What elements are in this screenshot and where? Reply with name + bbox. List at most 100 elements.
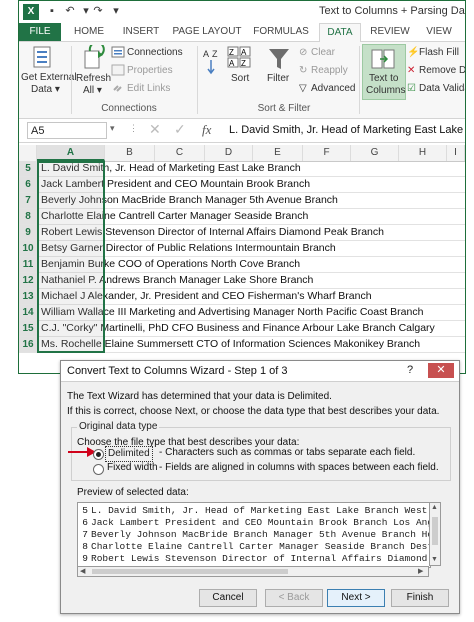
row-number[interactable]: 6 (19, 177, 37, 192)
svg-text:A: A (229, 59, 235, 68)
column-header-e[interactable]: E (253, 145, 303, 161)
preview-row-number: 5 (82, 505, 88, 516)
scroll-down-icon[interactable]: ▼ (431, 556, 438, 563)
preview-horizontal-scrollbar[interactable]: ◀ ▶ (77, 566, 429, 577)
delimited-label[interactable]: Delimited (105, 446, 153, 462)
sort-a-z-icon[interactable]: A Z (201, 46, 221, 76)
select-all-corner[interactable] (19, 145, 37, 161)
scroll-right-icon[interactable]: ▶ (418, 567, 423, 575)
preview-row-number: 8 (82, 541, 88, 552)
wizard-message-1: The Text Wizard has determined that your… (67, 391, 332, 402)
next-button[interactable]: Next > (327, 589, 385, 607)
remove-duplicates-label[interactable]: Remove Dup (419, 65, 465, 76)
data-validation-icon[interactable]: ☑ (407, 83, 416, 94)
tab-view[interactable]: VIEW (421, 23, 457, 41)
ribbon-separator (359, 46, 360, 114)
refresh-all-label[interactable]: Refresh (76, 73, 111, 84)
column-header-c[interactable]: C (155, 145, 205, 161)
enter-entry-icon[interactable]: ✓ (174, 121, 186, 138)
row-number[interactable]: 14 (19, 305, 37, 320)
delimited-radio[interactable] (93, 449, 104, 460)
refresh-all-label-2[interactable]: All ▾ (83, 85, 102, 96)
preview-row: 9 Robert Lewis Stevenson Director of Inte… (78, 553, 430, 565)
row-number[interactable]: 13 (19, 289, 37, 304)
selected-range-a5-a16 (37, 161, 105, 353)
undo-icon[interactable]: ↶ (63, 4, 77, 18)
tab-home[interactable]: HOME (69, 23, 109, 41)
svg-text:A: A (203, 49, 209, 59)
tab-insert[interactable]: INSERT (117, 23, 165, 41)
scroll-up-icon[interactable]: ▲ (431, 504, 438, 511)
row-number[interactable]: 9 (19, 225, 37, 240)
column-header-a[interactable]: A (37, 145, 105, 161)
row-number[interactable]: 12 (19, 273, 37, 288)
data-validation-label[interactable]: Data Valida (419, 83, 465, 94)
save-icon[interactable]: ▪ (45, 4, 59, 18)
row-number[interactable]: 10 (19, 241, 37, 256)
connections-icon[interactable] (111, 46, 125, 58)
row-number[interactable]: 16 (19, 337, 37, 352)
column-header-d[interactable]: D (205, 145, 253, 161)
insert-function-icon[interactable]: fx (202, 122, 211, 138)
preview-row: 8 Charlotte Elaine Cantrell Carter Manage… (78, 541, 430, 553)
fixed-width-description: - Fields are aligned in columns with spa… (159, 462, 439, 473)
cancel-entry-icon[interactable]: ✕ (149, 121, 161, 138)
data-preview[interactable]: 5 L. David Smith, Jr. Head of Marketing E… (77, 502, 431, 568)
column-header-h[interactable]: H (399, 145, 447, 161)
column-header-f[interactable]: F (303, 145, 351, 161)
get-external-data-label-2[interactable]: Data ▾ (31, 84, 60, 95)
filter-icon[interactable] (267, 46, 291, 72)
sort-dialog-icon[interactable]: Z A A Z (227, 46, 253, 70)
row-number[interactable]: 8 (19, 209, 37, 224)
flash-fill-icon[interactable]: ⚡ (407, 47, 419, 58)
finish-button[interactable]: Finish (391, 589, 449, 607)
get-external-data-label[interactable]: Get External (21, 72, 77, 83)
column-header-b[interactable]: B (105, 145, 155, 161)
clear-icon: ⊘ (299, 47, 308, 58)
preview-vertical-scrollbar[interactable]: ▲ ▼ (429, 502, 441, 566)
reapply-icon: ↻ (299, 65, 308, 76)
row-number[interactable]: 7 (19, 193, 37, 208)
sort-label[interactable]: Sort (231, 73, 249, 84)
connections-label[interactable]: Connections (127, 47, 183, 58)
advanced-filter-icon[interactable]: ▽ (299, 83, 307, 94)
tab-file[interactable]: FILE (19, 23, 61, 41)
column-header-i[interactable]: I (447, 145, 465, 161)
row-number[interactable]: 15 (19, 321, 37, 336)
name-box[interactable]: A5 (27, 122, 107, 139)
help-button[interactable]: ? (407, 364, 413, 376)
vertical-scroll-thumb[interactable] (432, 517, 438, 545)
svg-text:Z: Z (212, 49, 218, 59)
customize-qat-icon[interactable]: ▾ (109, 4, 123, 18)
redo-icon[interactable]: ↷ (91, 4, 105, 18)
refresh-all-icon[interactable] (81, 45, 105, 71)
preview-label: Preview of selected data: (77, 487, 189, 498)
preview-row: 5 L. David Smith, Jr. Head of Marketing E… (78, 505, 430, 517)
connections-group-label: Connections (101, 103, 157, 114)
filter-label[interactable]: Filter (267, 73, 289, 84)
row-number[interactable]: 11 (19, 257, 37, 272)
back-button: < Back (265, 589, 323, 607)
scroll-left-icon[interactable]: ◀ (80, 567, 85, 575)
fixed-width-label[interactable]: Fixed width (107, 462, 158, 473)
tab-page-layout[interactable]: PAGE LAYOUT (171, 23, 243, 41)
column-header-g[interactable]: G (351, 145, 399, 161)
close-button[interactable]: ✕ (428, 363, 454, 378)
svg-text:A: A (241, 48, 247, 57)
tab-review[interactable]: REVIEW (367, 23, 413, 41)
fixed-width-radio[interactable] (93, 464, 104, 475)
cancel-button[interactable]: Cancel (199, 589, 257, 607)
get-external-data-icon[interactable] (31, 45, 55, 69)
tab-data[interactable]: DATA (319, 23, 361, 42)
horizontal-scroll-thumb[interactable] (92, 569, 288, 574)
name-box-dropdown-icon[interactable]: ▾ (110, 123, 115, 134)
remove-duplicates-icon[interactable]: ✕ (407, 65, 415, 76)
flash-fill-label[interactable]: Flash Fill (419, 47, 459, 58)
row-number[interactable]: 5 (19, 161, 37, 176)
advanced-label[interactable]: Advanced (311, 83, 355, 94)
properties-label: Properties (127, 65, 173, 76)
formula-bar: A5 ▾ ⋮ ✕ ✓ fx L. David Smith, Jr. Head o… (19, 120, 465, 143)
text-to-columns-label-2: Columns (366, 85, 406, 96)
tab-formulas[interactable]: FORMULAS (251, 23, 311, 41)
formula-input[interactable]: L. David Smith, Jr. Head of Marketing Ea… (229, 124, 465, 136)
